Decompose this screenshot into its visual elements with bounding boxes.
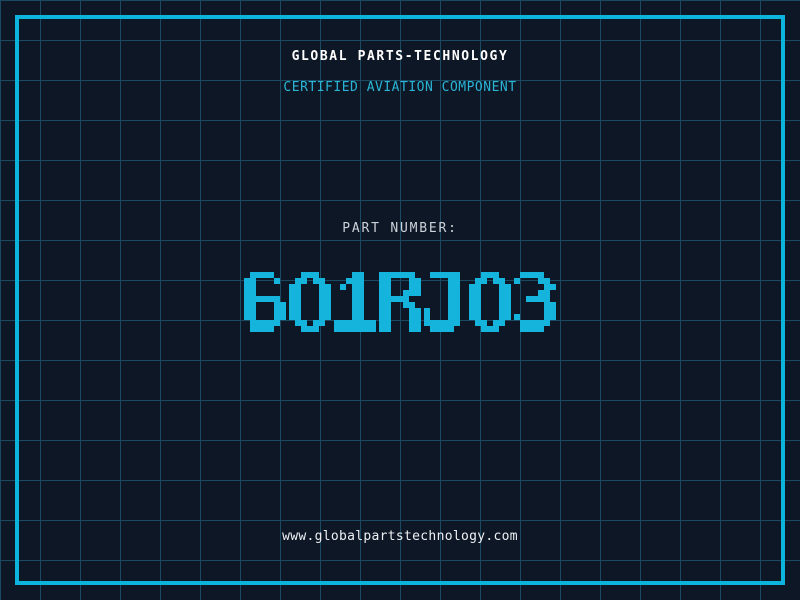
blueprint-canvas: GLOBAL PARTS-TECHNOLOGY CERTIFIED AVIATI…	[0, 0, 800, 600]
part-number-label: PART NUMBER:	[342, 221, 458, 236]
website-url: www.globalpartstechnology.com	[282, 529, 518, 544]
part-number-glyph	[424, 272, 466, 332]
part-number-glyph	[514, 272, 556, 332]
part-number-display	[0, 272, 800, 332]
part-number-glyph	[469, 272, 511, 332]
part-number-glyph	[289, 272, 331, 332]
company-title: GLOBAL PARTS-TECHNOLOGY	[291, 49, 509, 64]
part-number-glyph	[379, 272, 421, 332]
certification-subtitle: CERTIFIED AVIATION COMPONENT	[283, 80, 517, 95]
part-number-glyph	[334, 272, 376, 332]
part-number-glyph	[244, 272, 286, 332]
